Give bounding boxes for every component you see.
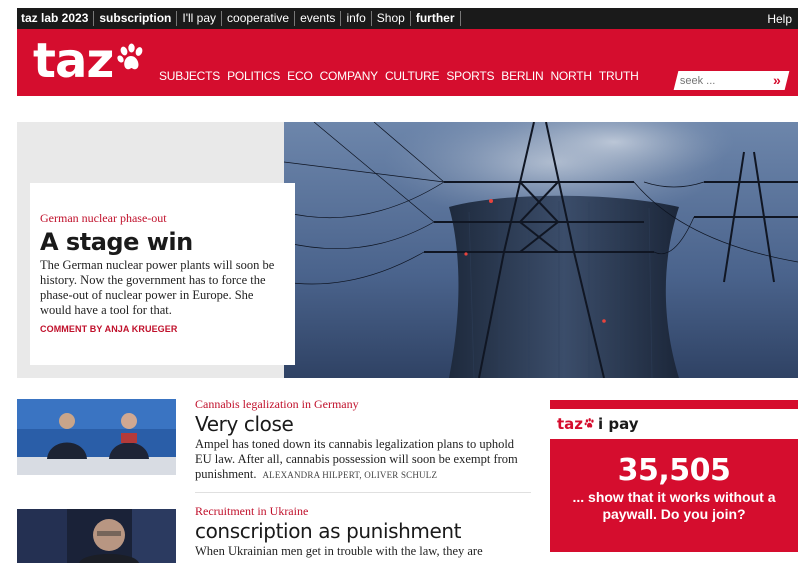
search-input[interactable] xyxy=(680,74,760,87)
article-summary: When Ukrainian men get in trouble with t… xyxy=(195,544,483,558)
nav-item-north[interactable]: NORTH xyxy=(550,69,592,83)
top-link-subscription[interactable]: subscription xyxy=(94,11,178,26)
nav-item-culture[interactable]: CULTURE xyxy=(385,69,440,83)
article-summary: Ampel has toned down its cannabis legali… xyxy=(195,437,525,483)
pay-logo: taz xyxy=(557,415,584,433)
site-header: taz SUBJECTS POLITICS ECO COMPANY CULTURE SPO… xyxy=(17,29,798,96)
pay-promo-box[interactable]: 35,505 ... show that it works without a … xyxy=(550,439,798,552)
top-link-taz-lab-2023[interactable]: taz lab 2023 xyxy=(17,11,95,26)
search-box[interactable]: » xyxy=(673,71,790,90)
pay-label: i pay xyxy=(598,415,639,433)
hero-image[interactable] xyxy=(284,122,798,378)
article-teaser-cannabis[interactable]: Cannabis legalization in Germany Very cl… xyxy=(195,397,525,483)
pay-top-bar xyxy=(550,400,798,409)
paw-icon xyxy=(584,417,594,428)
nav-item-eco[interactable]: ECO xyxy=(287,69,313,83)
article-headline[interactable]: Very close xyxy=(195,413,525,435)
main-nav: SUBJECTS POLITICS ECO COMPANY CULTURE SPORTS B… xyxy=(159,69,646,83)
press-conference-photo xyxy=(17,399,176,475)
pay-heading[interactable]: taz i pay xyxy=(557,415,639,433)
article-headline[interactable]: conscription as punishment xyxy=(195,520,525,542)
paw-icon xyxy=(117,43,143,70)
hero-kicker: German nuclear phase-out xyxy=(40,211,167,225)
nav-item-berlin[interactable]: BERLIN xyxy=(501,69,543,83)
top-link-i-ll-pay[interactable]: I'll pay xyxy=(177,11,223,26)
search-submit-icon[interactable]: » xyxy=(773,72,781,88)
portrait-photo xyxy=(17,509,176,563)
top-link-events[interactable]: events xyxy=(295,11,342,26)
hero-summary: The German nuclear power plants will soo… xyxy=(40,258,275,317)
nav-item-subjects[interactable]: SUBJECTS xyxy=(159,69,220,83)
top-links: taz lab 2023 subscription I'll pay cooperat… xyxy=(17,8,461,29)
article-teaser-ukraine[interactable]: Recruitment in Ukraine conscription as p… xyxy=(195,504,525,559)
top-link-info[interactable]: info xyxy=(341,11,372,26)
hero-teaser-card[interactable]: German nuclear phase-out A stage win The… xyxy=(30,183,295,365)
nav-item-sports[interactable]: SPORTS xyxy=(446,69,494,83)
logo-text: taz xyxy=(33,33,114,89)
supporter-count: 35,505 xyxy=(617,453,731,488)
top-link-cooperative[interactable]: cooperative xyxy=(222,11,296,26)
nav-item-politics[interactable]: POLITICS xyxy=(227,69,280,83)
article-authors: ALEXANDRA HILPERT, OLIVER SCHULZ xyxy=(262,470,438,480)
article-image-cannabis[interactable] xyxy=(17,399,176,475)
nav-item-company[interactable]: COMPANY xyxy=(320,69,379,83)
article-kicker: Cannabis legalization in Germany xyxy=(195,397,359,411)
top-bar: taz lab 2023 subscription I'll pay cooperat… xyxy=(17,8,798,29)
hero-byline: COMMENT BY ANJA KRUEGER xyxy=(40,324,178,334)
pay-promo-text: ... show that it works without a paywall… xyxy=(572,489,776,522)
article-image-ukraine[interactable] xyxy=(17,509,176,563)
help-link[interactable]: Help xyxy=(767,12,798,26)
cooling-tower-image xyxy=(284,122,798,378)
article-divider xyxy=(195,492,531,493)
top-link-shop[interactable]: Shop xyxy=(372,11,411,26)
taz-logo[interactable]: taz xyxy=(33,35,146,87)
nav-item-truth[interactable]: TRUTH xyxy=(599,69,639,83)
hero-headline[interactable]: A stage win xyxy=(40,228,285,256)
article-kicker: Recruitment in Ukraine xyxy=(195,504,309,518)
top-link-further[interactable]: further xyxy=(411,11,461,26)
